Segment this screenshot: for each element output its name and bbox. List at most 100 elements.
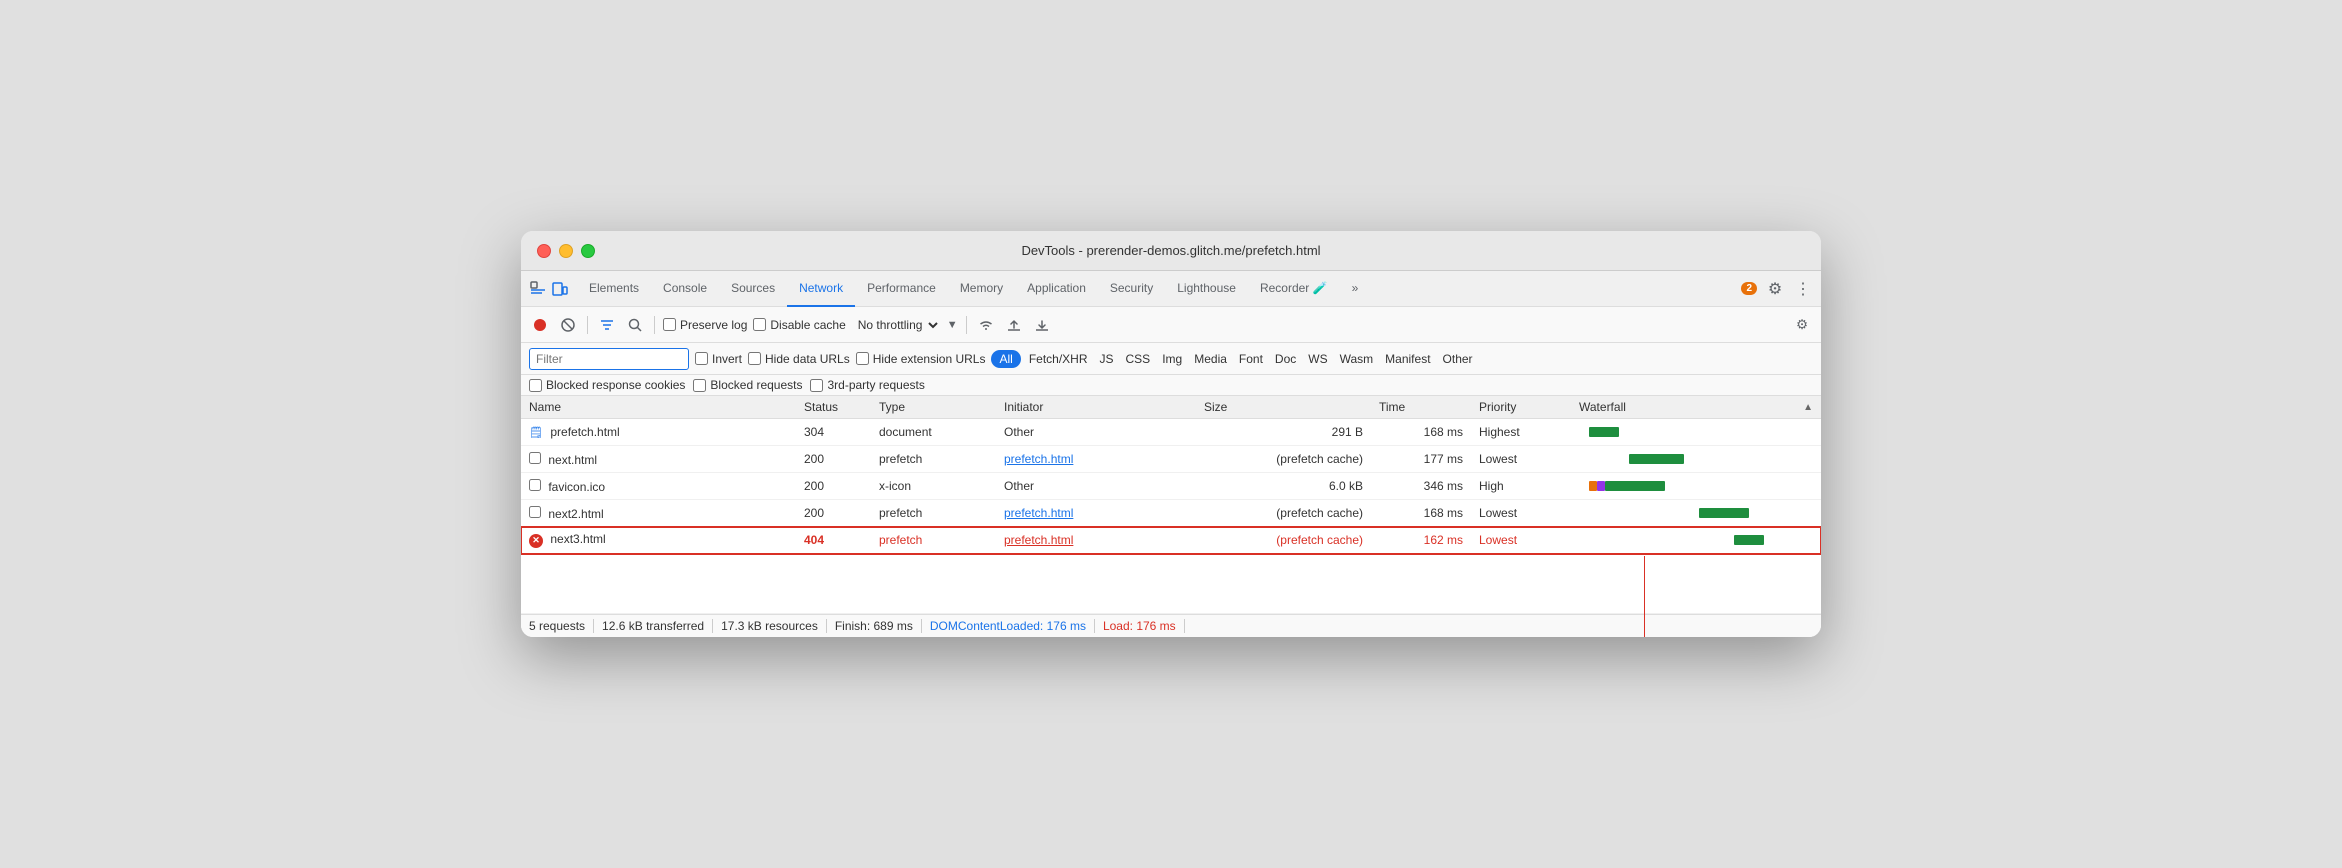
clear-button[interactable] bbox=[557, 314, 579, 336]
tab-security[interactable]: Security bbox=[1098, 271, 1165, 307]
tab-recorder[interactable]: Recorder 🧪 bbox=[1248, 271, 1340, 307]
cell-initiator: prefetch.html bbox=[996, 446, 1196, 473]
waterfall-bar bbox=[1629, 454, 1684, 464]
cell-waterfall bbox=[1571, 473, 1821, 500]
initiator-link[interactable]: prefetch.html bbox=[1004, 533, 1073, 547]
waterfall-bar-container bbox=[1579, 530, 1813, 550]
tab-sources[interactable]: Sources bbox=[719, 271, 787, 307]
th-status[interactable]: Status bbox=[796, 396, 871, 419]
cell-time: 168 ms bbox=[1371, 500, 1471, 527]
cell-initiator: Other bbox=[996, 473, 1196, 500]
chip-all[interactable]: All bbox=[991, 350, 1020, 368]
filter-toggle-icon[interactable] bbox=[596, 314, 618, 336]
table-row[interactable]: next2.html 200 prefetch prefetch.html (p bbox=[521, 500, 1821, 527]
blocked-requests-checkbox[interactable] bbox=[693, 379, 706, 392]
network-settings-icon[interactable]: ⚙ bbox=[1791, 314, 1813, 336]
th-name[interactable]: Name bbox=[521, 396, 796, 419]
cell-priority: Highest bbox=[1471, 419, 1571, 446]
chip-ws[interactable]: WS bbox=[1304, 350, 1331, 368]
chip-fetch[interactable]: Fetch/XHR bbox=[1025, 350, 1092, 368]
cell-priority: Lowest bbox=[1471, 446, 1571, 473]
cell-time: 346 ms bbox=[1371, 473, 1471, 500]
table-row[interactable]: 🗒 prefetch.html 304 document Other bbox=[521, 419, 1821, 446]
cell-type: document bbox=[871, 419, 996, 446]
chip-media[interactable]: Media bbox=[1190, 350, 1231, 368]
tab-console[interactable]: Console bbox=[651, 271, 719, 307]
th-time[interactable]: Time bbox=[1371, 396, 1471, 419]
cell-waterfall bbox=[1571, 500, 1821, 527]
table-row[interactable]: favicon.ico 200 x-icon Other 6.0 kB bbox=[521, 473, 1821, 500]
upload-icon[interactable] bbox=[1003, 314, 1025, 336]
tab-performance[interactable]: Performance bbox=[855, 271, 948, 307]
issue-badge[interactable]: 2 bbox=[1741, 282, 1757, 295]
chip-css[interactable]: CSS bbox=[1122, 350, 1155, 368]
blocked-cookies-label[interactable]: Blocked response cookies bbox=[529, 378, 685, 392]
cell-type: prefetch bbox=[871, 527, 996, 554]
device-toggle-icon[interactable] bbox=[551, 280, 569, 298]
requests-count: 5 requests bbox=[529, 619, 594, 633]
disable-cache-checkbox[interactable] bbox=[753, 318, 766, 331]
separator-2 bbox=[654, 316, 655, 334]
network-toolbar: Preserve log Disable cache No throttling… bbox=[521, 307, 1821, 343]
row-checkbox[interactable] bbox=[529, 452, 541, 464]
download-icon[interactable] bbox=[1031, 314, 1053, 336]
more-options-icon[interactable]: ⋮ bbox=[1793, 279, 1813, 299]
chip-other[interactable]: Other bbox=[1439, 350, 1477, 368]
table-row-error[interactable]: ✕ next3.html 404 prefetch prefetch.html bbox=[521, 527, 1821, 554]
hide-data-checkbox[interactable] bbox=[748, 352, 761, 365]
blocked-cookies-checkbox[interactable] bbox=[529, 379, 542, 392]
chip-js[interactable]: JS bbox=[1096, 350, 1118, 368]
th-initiator[interactable]: Initiator bbox=[996, 396, 1196, 419]
filter-input[interactable] bbox=[529, 348, 689, 370]
cell-name: ✕ next3.html bbox=[521, 527, 796, 554]
record-button[interactable] bbox=[529, 314, 551, 336]
row-checkbox[interactable] bbox=[529, 506, 541, 518]
maximize-button[interactable] bbox=[581, 244, 595, 258]
chip-wasm[interactable]: Wasm bbox=[1336, 350, 1378, 368]
tab-memory[interactable]: Memory bbox=[948, 271, 1015, 307]
hide-data-label[interactable]: Hide data URLs bbox=[748, 352, 850, 366]
inspect-icon[interactable] bbox=[529, 280, 547, 298]
settings-icon[interactable]: ⚙ bbox=[1765, 279, 1785, 299]
preserve-log-checkbox[interactable] bbox=[663, 318, 676, 331]
blocked-requests-label[interactable]: Blocked requests bbox=[693, 378, 802, 392]
tab-lighthouse[interactable]: Lighthouse bbox=[1165, 271, 1248, 307]
network-table: Name Status Type Initiator Size bbox=[521, 396, 1821, 614]
chip-img[interactable]: Img bbox=[1158, 350, 1186, 368]
tab-more[interactable]: » bbox=[1340, 271, 1371, 307]
search-icon[interactable] bbox=[624, 314, 646, 336]
tab-elements[interactable]: Elements bbox=[577, 271, 651, 307]
cell-status: 200 bbox=[796, 446, 871, 473]
chip-doc[interactable]: Doc bbox=[1271, 350, 1300, 368]
invert-label[interactable]: Invert bbox=[695, 352, 742, 366]
disable-cache-label[interactable]: Disable cache bbox=[753, 318, 845, 332]
chip-font[interactable]: Font bbox=[1235, 350, 1267, 368]
tab-network[interactable]: Network bbox=[787, 271, 855, 307]
cell-priority: High bbox=[1471, 473, 1571, 500]
third-party-checkbox[interactable] bbox=[810, 379, 823, 392]
th-size[interactable]: Size bbox=[1196, 396, 1371, 419]
third-party-label[interactable]: 3rd-party requests bbox=[810, 378, 924, 392]
preserve-log-label[interactable]: Preserve log bbox=[663, 318, 747, 332]
throttle-select[interactable]: No throttling bbox=[852, 317, 941, 333]
hide-ext-label[interactable]: Hide extension URLs bbox=[856, 352, 986, 366]
hide-ext-checkbox[interactable] bbox=[856, 352, 869, 365]
waterfall-bar bbox=[1734, 535, 1764, 545]
initiator-link[interactable]: prefetch.html bbox=[1004, 452, 1073, 466]
cell-type: prefetch bbox=[871, 500, 996, 527]
table-row[interactable]: next.html 200 prefetch prefetch.html (pr bbox=[521, 446, 1821, 473]
initiator-link[interactable]: prefetch.html bbox=[1004, 506, 1073, 520]
tab-application[interactable]: Application bbox=[1015, 271, 1098, 307]
minimize-button[interactable] bbox=[559, 244, 573, 258]
th-waterfall[interactable]: Waterfall ▲ bbox=[1571, 396, 1821, 419]
th-priority[interactable]: Priority bbox=[1471, 396, 1571, 419]
close-button[interactable] bbox=[537, 244, 551, 258]
row-checkbox[interactable] bbox=[529, 479, 541, 491]
cell-initiator: prefetch.html bbox=[996, 527, 1196, 554]
th-type[interactable]: Type bbox=[871, 396, 996, 419]
invert-checkbox[interactable] bbox=[695, 352, 708, 365]
cell-time: 168 ms bbox=[1371, 419, 1471, 446]
chip-manifest[interactable]: Manifest bbox=[1381, 350, 1434, 368]
network-table-container: Name Status Type Initiator Size bbox=[521, 396, 1821, 614]
wifi-icon[interactable] bbox=[975, 314, 997, 336]
